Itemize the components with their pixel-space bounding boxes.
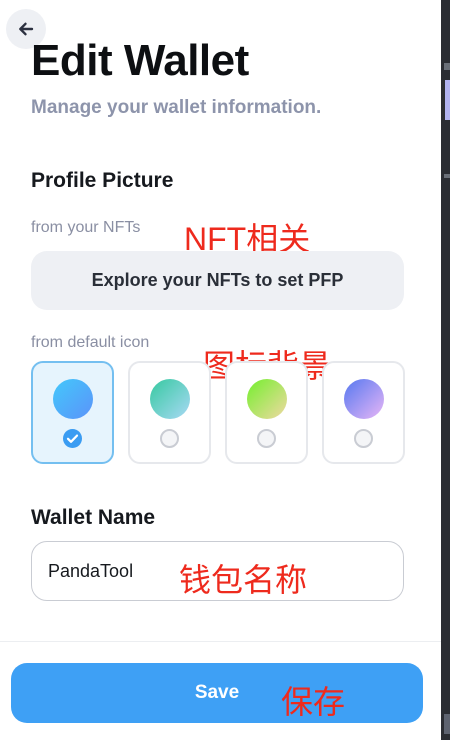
radio-indicator [257, 429, 276, 448]
default-icon-hint: from default icon [31, 334, 150, 351]
profile-picture-heading: Profile Picture [31, 169, 174, 192]
background-fragment [444, 714, 450, 734]
page-title: Edit Wallet [31, 36, 249, 85]
background-window-strip [441, 0, 450, 740]
radio-indicator [160, 429, 179, 448]
footer-divider [0, 641, 441, 642]
icon-option-violet[interactable] [322, 361, 405, 464]
avatar-swatch [247, 379, 287, 419]
wallet-name-heading: Wallet Name [31, 506, 156, 529]
background-fragment [444, 63, 450, 70]
icon-option-lime[interactable] [225, 361, 308, 464]
background-fragment [444, 174, 450, 178]
avatar-swatch [53, 379, 93, 419]
save-annotation: 保存 [281, 684, 346, 720]
edit-wallet-panel: Edit Wallet Manage your wallet informati… [0, 0, 441, 740]
save-button[interactable]: Save [11, 663, 423, 723]
check-icon [66, 434, 79, 443]
nft-hint: from your NFTs [31, 219, 141, 236]
radio-indicator [63, 429, 82, 448]
icon-option-teal[interactable] [128, 361, 211, 464]
icon-option-blue[interactable] [31, 361, 114, 464]
page-subtitle: Manage your wallet information. [31, 97, 322, 118]
radio-indicator [354, 429, 373, 448]
background-fragment [445, 80, 450, 120]
avatar-swatch [344, 379, 384, 419]
avatar-swatch [150, 379, 190, 419]
explore-nfts-button[interactable]: Explore your NFTs to set PFP [31, 251, 404, 310]
wallet-name-annotation: 钱包名称 [179, 562, 308, 598]
